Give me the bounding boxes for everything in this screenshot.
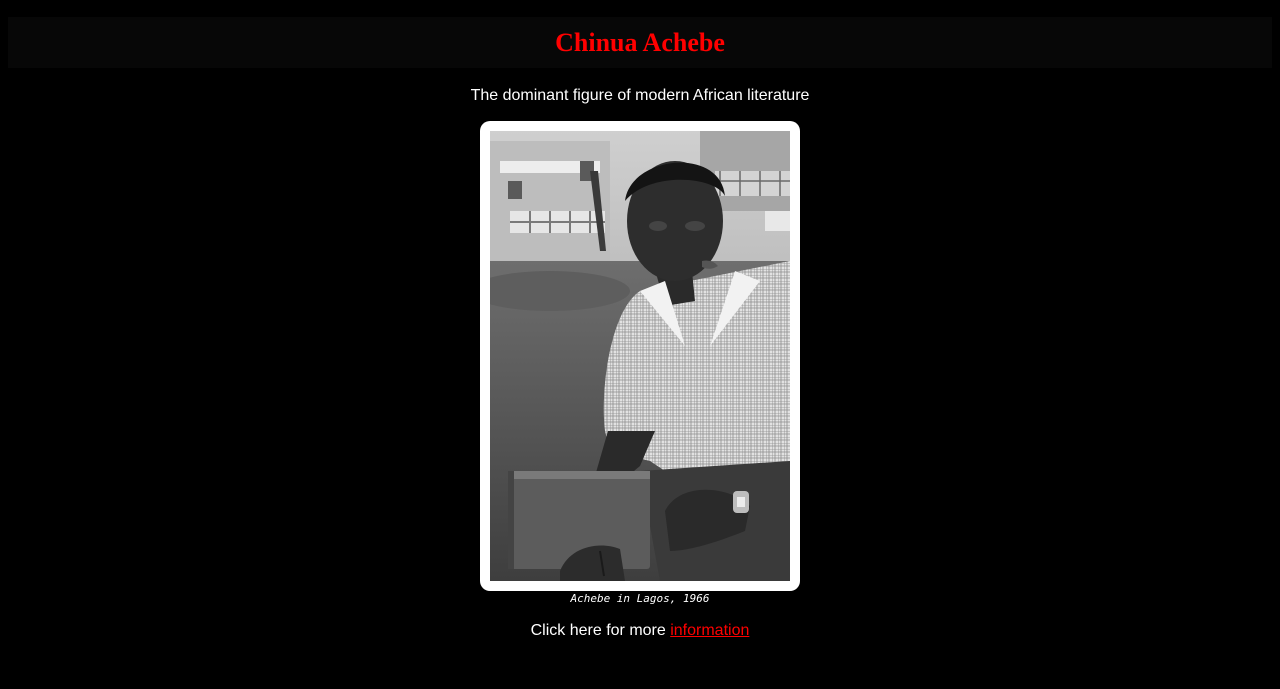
photo-frame	[480, 121, 800, 591]
more-info-prefix: Click here for more	[530, 622, 671, 639]
portrait-photo-image	[490, 131, 790, 581]
more-info-line: Click here for more information	[0, 621, 1280, 640]
page-subtitle: The dominant figure of modern African li…	[470, 87, 810, 104]
title-bar: Chinua Achebe	[8, 17, 1272, 68]
photo-caption: Achebe in Lagos, 1966	[570, 592, 710, 605]
portrait-photo	[490, 131, 790, 581]
page-title: Chinua Achebe	[555, 27, 725, 57]
information-link[interactable]: information	[670, 622, 749, 639]
